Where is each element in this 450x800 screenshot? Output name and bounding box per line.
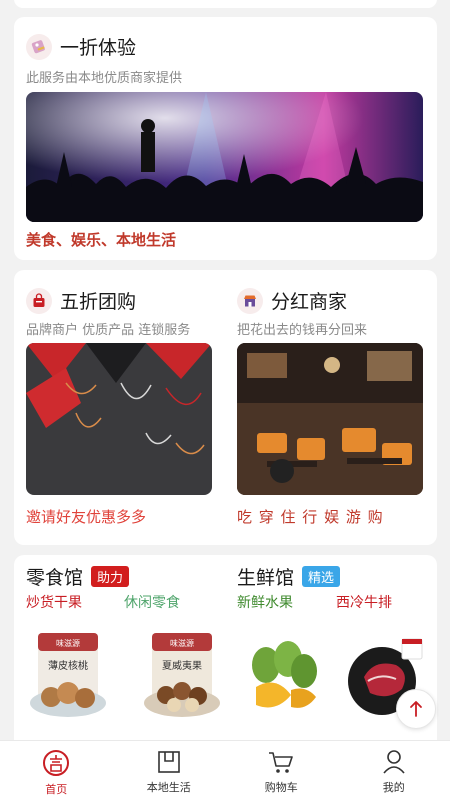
tab-cart[interactable]: 购物车 — [225, 741, 338, 800]
fresh-hall-badge: 精选 — [302, 566, 341, 587]
bottom-tab-bar: 首页 本地生活 购物车 我的 — [0, 740, 450, 800]
snack-keyword-2[interactable]: 休闲零食 — [124, 592, 180, 612]
group-dividend-card: 五折团购 品牌商户 优质产品 连锁服务 邀请好友优惠多多 分红商家 把花出去的钱… — [14, 270, 437, 545]
tab-local-life-label: 本地生活 — [146, 781, 191, 794]
tab-profile-label: 我的 — [382, 781, 405, 794]
group-half-subtitle: 品牌商户 优质产品 连锁服务 — [26, 323, 191, 338]
dividend-header[interactable]: 分红商家 — [237, 287, 347, 314]
tab-home[interactable]: 首页 — [0, 741, 113, 800]
tab-local-life[interactable]: 本地生活 — [113, 741, 226, 800]
dividend-subtitle: 把花出去的钱再分回来 — [237, 323, 368, 338]
restaurant-image[interactable] — [237, 343, 423, 495]
home-logo-icon — [43, 750, 70, 776]
gift-bags-image[interactable] — [26, 343, 212, 495]
product-mango[interactable] — [236, 635, 328, 715]
deal-one-subtitle: 此服务由本地优质商家提供 — [26, 71, 183, 86]
shopping-bag-icon — [26, 287, 52, 314]
group-half-title: 五折团购 — [60, 291, 137, 313]
halls-card: 零食馆 助力 炒货干果 休闲零食 味滋源 薄皮核桃 味滋源 夏威夷果 生鲜馆 精… — [14, 555, 437, 755]
dividend-tagline: 吃 穿 住 行 娱 游 购 — [237, 508, 384, 526]
fresh-keyword-1[interactable]: 新鲜水果 — [237, 592, 293, 612]
fresh-hall-header[interactable]: 生鲜馆 精选 — [237, 563, 341, 590]
snack-hall-title: 零食馆 — [26, 567, 84, 589]
tag-icon — [26, 33, 52, 60]
group-half-tagline: 邀请好友优惠多多 — [26, 508, 147, 526]
concert-banner-image[interactable] — [26, 92, 423, 222]
arrow-up-icon — [410, 701, 422, 717]
previous-card — [14, 0, 437, 8]
deal-one-header: 一折体验 — [26, 33, 136, 60]
macadamia-label: 夏威夷果 — [162, 659, 202, 672]
group-half-header[interactable]: 五折团购 — [26, 287, 136, 314]
macadamia-brand: 味滋源 — [170, 638, 194, 648]
scroll-to-top-button[interactable] — [396, 689, 436, 729]
snack-hall-badge: 助力 — [91, 566, 130, 587]
tab-cart-label: 购物车 — [264, 781, 298, 794]
walnut-brand: 味滋源 — [56, 638, 80, 648]
dividend-title: 分红商家 — [271, 291, 348, 313]
snack-hall-header[interactable]: 零食馆 助力 — [26, 563, 130, 590]
fresh-hall-title: 生鲜馆 — [237, 567, 295, 589]
storefront-icon — [237, 287, 263, 314]
snack-keyword-1[interactable]: 炒货干果 — [26, 592, 82, 612]
fresh-keyword-2[interactable]: 西冷牛排 — [336, 592, 392, 612]
product-walnut[interactable]: 味滋源 薄皮核桃 — [26, 631, 110, 721]
tab-profile[interactable]: 我的 — [338, 741, 450, 800]
cart-icon — [269, 752, 294, 773]
profile-icon — [383, 750, 405, 774]
local-life-icon — [157, 751, 180, 773]
walnut-label: 薄皮核桃 — [48, 659, 88, 672]
deal-one-tagline: 美食、娱乐、本地生活 — [26, 231, 177, 249]
product-macadamia[interactable]: 味滋源 夏威夷果 — [140, 631, 224, 721]
tab-home-label: 首页 — [45, 783, 68, 796]
deal-one-title: 一折体验 — [60, 37, 137, 59]
deal-one-card[interactable]: 一折体验 此服务由本地优质商家提供 美食、娱乐、本地生活 — [14, 17, 437, 260]
